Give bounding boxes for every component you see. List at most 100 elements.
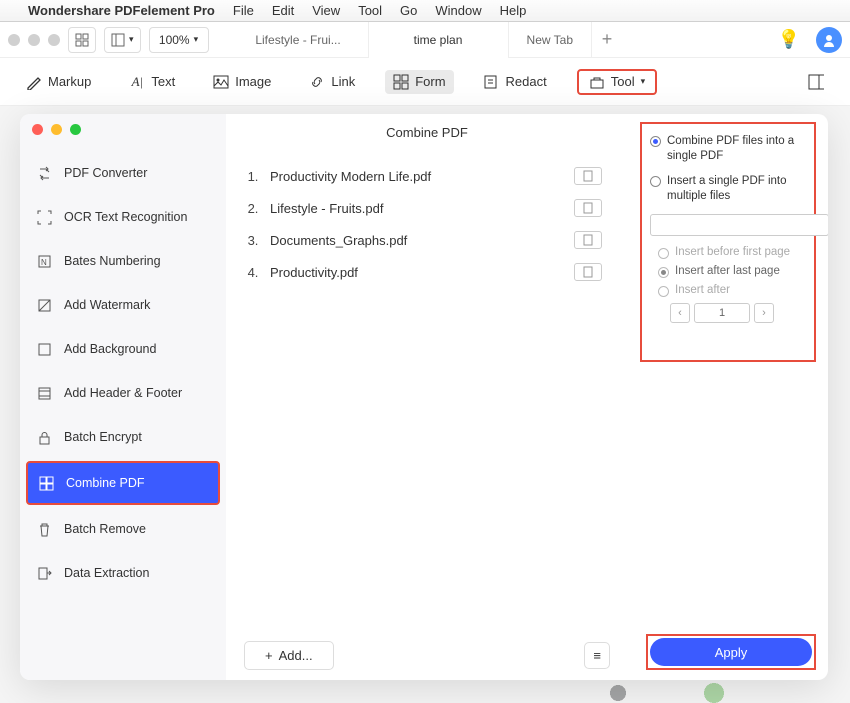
page-input[interactable] (694, 303, 750, 323)
image-button[interactable]: Image (205, 70, 279, 94)
maximize-dot-icon[interactable] (48, 34, 60, 46)
tab-time-plan[interactable]: time plan (369, 22, 509, 58)
redact-icon (484, 74, 500, 90)
convert-icon (36, 165, 52, 181)
panel-icon (111, 33, 125, 47)
radio-insert-after-last[interactable]: Insert after last page (658, 265, 806, 278)
form-button[interactable]: Form (385, 70, 453, 94)
sidebar-label: Batch Encrypt (64, 430, 142, 444)
redact-button[interactable]: Redact (476, 70, 555, 94)
text-label: Text (151, 74, 175, 89)
numbering-icon: N (36, 253, 52, 269)
menubar: Wondershare PDFelement Pro File Edit Vie… (0, 0, 850, 22)
sheet-footer: +Add... ≡ (244, 641, 610, 670)
sidebar-encrypt[interactable]: Batch Encrypt (20, 415, 226, 459)
topbar: ▾ 100%▾ Lifestyle - Frui... time plan Ne… (0, 22, 850, 58)
radio-insert-before[interactable]: Insert before first page (658, 246, 806, 259)
person-icon (822, 33, 836, 47)
radio-insert[interactable]: Insert a single PDF into multiple files (650, 174, 806, 204)
page-range-button[interactable] (574, 167, 602, 185)
file-index: 4. (236, 265, 270, 280)
menu-go[interactable]: Go (400, 3, 417, 18)
close-icon[interactable] (32, 124, 43, 135)
radio-label: Insert before first page (675, 246, 790, 258)
thumbnails-toggle-button[interactable] (68, 27, 96, 53)
minimize-icon[interactable] (51, 124, 62, 135)
tool-button[interactable]: Tool▾ (577, 69, 657, 95)
link-button[interactable]: Link (301, 70, 363, 94)
panel-toggle-button[interactable]: ▾ (104, 27, 141, 53)
sidebar-label: Batch Remove (64, 522, 146, 536)
lock-icon (36, 429, 52, 445)
markup-icon (26, 74, 42, 90)
chevron-left-icon: ‹ (678, 307, 682, 319)
file-row[interactable]: 4.Productivity.pdf (236, 256, 618, 288)
maximize-icon[interactable] (70, 124, 81, 135)
sidebar-background[interactable]: Add Background (20, 327, 226, 371)
sheet-window-controls (20, 120, 226, 151)
sidebar-pdf-converter[interactable]: PDF Converter (20, 151, 226, 195)
file-row[interactable]: 1.Productivity Modern Life.pdf (236, 160, 618, 192)
menu-edit[interactable]: Edit (272, 3, 294, 18)
menu-help[interactable]: Help (500, 3, 527, 18)
radio-icon (658, 286, 669, 297)
add-file-button[interactable]: +Add... (244, 641, 334, 670)
sidebar-data-extraction[interactable]: Data Extraction (20, 551, 226, 595)
menu-view[interactable]: View (312, 3, 340, 18)
menu-file[interactable]: File (233, 3, 254, 18)
tab-new[interactable]: New Tab (509, 22, 592, 58)
page-range-button[interactable] (574, 231, 602, 249)
radio-label: Insert after last page (675, 265, 780, 277)
link-label: Link (331, 74, 355, 89)
page-icon (583, 234, 593, 246)
chevron-down-icon: ▾ (129, 34, 134, 45)
radio-icon (650, 176, 661, 187)
sidebar-bates[interactable]: N Bates Numbering (20, 239, 226, 283)
file-row[interactable]: 2.Lifestyle - Fruits.pdf (236, 192, 618, 224)
insert-path-input[interactable] (650, 214, 828, 236)
page-range-button[interactable] (574, 199, 602, 217)
close-dot-icon[interactable] (8, 34, 20, 46)
grid-icon (75, 33, 89, 47)
radio-insert-after-page[interactable]: Insert after (658, 284, 806, 297)
link-icon (309, 74, 325, 90)
minimize-dot-icon[interactable] (28, 34, 40, 46)
sidebar-batch-remove[interactable]: Batch Remove (20, 507, 226, 551)
tab-lifestyle[interactable]: Lifestyle - Frui... (229, 22, 369, 58)
extract-icon (36, 565, 52, 581)
sidebar-ocr[interactable]: OCR Text Recognition (20, 195, 226, 239)
chevron-down-icon: ▾ (194, 34, 199, 45)
sidebar-combine-pdf[interactable]: Combine PDF (26, 461, 220, 505)
sidebar-watermark[interactable]: Add Watermark (20, 283, 226, 327)
tips-icon[interactable]: 💡 (778, 29, 800, 50)
sidebar-label: Bates Numbering (64, 254, 161, 268)
menu-window[interactable]: Window (435, 3, 481, 18)
new-tab-button[interactable]: + (592, 29, 622, 50)
svg-text:N: N (41, 258, 47, 267)
file-row[interactable]: 3.Documents_Graphs.pdf (236, 224, 618, 256)
file-name: Documents_Graphs.pdf (270, 233, 574, 248)
sidebar-label: Add Watermark (64, 298, 150, 312)
markup-button[interactable]: Markup (18, 70, 99, 94)
stepper-next-button[interactable]: › (754, 303, 774, 323)
sidebar-header-footer[interactable]: Add Header & Footer (20, 371, 226, 415)
list-options-button[interactable]: ≡ (584, 642, 610, 669)
page-icon (583, 170, 593, 182)
text-button[interactable]: A|Text (121, 70, 183, 94)
radio-combine[interactable]: Combine PDF files into a single PDF (650, 134, 806, 164)
apply-button[interactable]: Apply (650, 638, 812, 666)
ocr-icon (36, 209, 52, 225)
sidebar-label: PDF Converter (64, 166, 147, 180)
zoom-select[interactable]: 100%▾ (149, 27, 209, 53)
sidebar-label: Add Header & Footer (64, 386, 182, 400)
reader-button[interactable] (800, 70, 832, 94)
page-range-button[interactable] (574, 263, 602, 281)
document-background-decor (570, 683, 810, 703)
sidebar-label: Combine PDF (66, 476, 145, 490)
menu-tool[interactable]: Tool (358, 3, 382, 18)
combine-pdf-sheet: PDF Converter OCR Text Recognition N Bate… (20, 114, 828, 680)
user-avatar[interactable] (816, 27, 842, 53)
stepper-prev-button[interactable]: ‹ (670, 303, 690, 323)
image-label: Image (235, 74, 271, 89)
combine-icon (38, 475, 54, 491)
